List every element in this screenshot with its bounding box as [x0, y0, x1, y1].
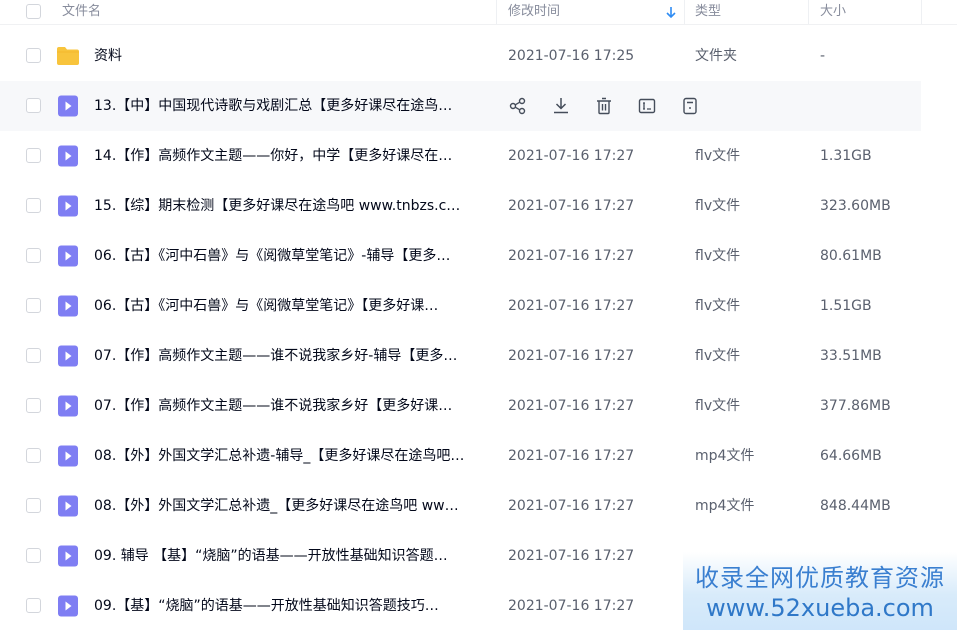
- row-checkbox[interactable]: [26, 198, 41, 213]
- file-type: mp4文件: [695, 448, 755, 464]
- video-file-icon: [56, 145, 80, 167]
- row-checkbox[interactable]: [26, 498, 41, 513]
- file-size: 1.31GB: [820, 148, 872, 164]
- video-file-icon: [56, 295, 80, 317]
- file-type: flv文件: [695, 298, 741, 314]
- file-size: -: [820, 48, 826, 64]
- video-file-icon: [56, 245, 80, 267]
- file-size: 323.60MB: [820, 198, 891, 214]
- file-type: flv文件: [695, 248, 741, 264]
- file-size: 1.51GB: [820, 298, 872, 314]
- folder-row[interactable]: 资料 2021-07-16 17:25 文件夹 -: [0, 31, 921, 81]
- watermark-line1: 收录全网优质教育资源: [695, 564, 945, 592]
- file-row[interactable]: 15.【综】期末检测【更多好课尽在途鸟吧 www.tnbzs.c… 2021-07…: [0, 181, 921, 231]
- column-divider[interactable]: [684, 0, 685, 24]
- file-name[interactable]: 09.【基】“烧脑”的语基——开放性基础知识答题技巧…: [94, 581, 486, 631]
- column-divider[interactable]: [496, 0, 497, 24]
- row-checkbox[interactable]: [26, 348, 41, 363]
- row-checkbox[interactable]: [26, 598, 41, 613]
- column-header-name[interactable]: 文件名: [62, 0, 101, 24]
- file-name[interactable]: 15.【综】期末检测【更多好课尽在途鸟吧 www.tnbzs.c…: [94, 181, 486, 231]
- file-name[interactable]: 07.【作】高频作文主题——谁不说我家乡好-辅导【更多…: [94, 331, 486, 381]
- modified-time: 2021-07-16 17:25: [508, 48, 635, 64]
- file-name[interactable]: 08.【外】外国文学汇总补遗-辅导_【更多好课尽在途鸟吧…: [94, 431, 486, 481]
- video-file-icon: [56, 345, 80, 367]
- modified-time: 2021-07-16 17:27: [508, 148, 635, 164]
- modified-time: 2021-07-16 17:27: [508, 398, 635, 414]
- folder-icon: [56, 45, 80, 67]
- row-checkbox[interactable]: [26, 98, 41, 113]
- column-header-type[interactable]: 类型: [695, 0, 721, 24]
- modified-time: 2021-07-16 17:27: [508, 448, 635, 464]
- file-type: mp4文件: [695, 498, 755, 514]
- file-type: 文件夹: [695, 48, 737, 64]
- watermark-line2: www.52xueba.com: [706, 594, 934, 622]
- download-icon[interactable]: [551, 96, 571, 116]
- file-name[interactable]: 资料: [94, 31, 486, 81]
- file-name[interactable]: 06.【古】《河中石兽》与《阅微草堂笔记》【更多好课…: [94, 281, 486, 331]
- rename-icon[interactable]: [637, 96, 657, 116]
- file-size: 64.66MB: [820, 448, 882, 464]
- modified-time: 2021-07-16 17:27: [508, 298, 635, 314]
- modified-time: 2021-07-16 17:27: [508, 348, 635, 364]
- file-list-header: 文件名 修改时间 类型 大小: [0, 0, 957, 25]
- arrow-down-icon[interactable]: [665, 6, 677, 19]
- row-checkbox[interactable]: [26, 298, 41, 313]
- modified-time: 2021-07-16 17:27: [508, 548, 635, 564]
- file-type: flv文件: [695, 198, 741, 214]
- modified-time: 2021-07-16 17:27: [508, 498, 635, 514]
- select-all-checkbox[interactable]: [26, 4, 41, 19]
- column-divider[interactable]: [808, 0, 809, 24]
- file-row[interactable]: 07.【作】高频作文主题——谁不说我家乡好【更多好课… 2021-07-16 17…: [0, 381, 921, 431]
- delete-icon[interactable]: [594, 96, 614, 116]
- column-header-size[interactable]: 大小: [820, 0, 846, 24]
- video-file-icon: [56, 445, 80, 467]
- row-checkbox[interactable]: [26, 48, 41, 63]
- file-row[interactable]: 06.【古】《河中石兽》与《阅微草堂笔记》-辅导【更多… 2021-07-16 1…: [0, 231, 921, 281]
- row-checkbox[interactable]: [26, 148, 41, 163]
- file-name[interactable]: 06.【古】《河中石兽》与《阅微草堂笔记》-辅导【更多…: [94, 231, 486, 281]
- column-header-modified[interactable]: 修改时间: [508, 0, 560, 24]
- file-type: flv文件: [695, 348, 741, 364]
- modified-time: 2021-07-16 17:27: [508, 598, 635, 614]
- file-size: 377.86MB: [820, 398, 891, 414]
- file-size: 80.61MB: [820, 248, 882, 264]
- file-size: 33.51MB: [820, 348, 882, 364]
- file-row[interactable]: 13.【中】中国现代诗歌与戏剧汇总【更多好课尽在途鸟…: [0, 81, 921, 131]
- file-row[interactable]: 08.【外】外国文学汇总补遗-辅导_【更多好课尽在途鸟吧… 2021-07-16 …: [0, 431, 921, 481]
- modified-time: 2021-07-16 17:27: [508, 198, 635, 214]
- file-name[interactable]: 08.【外】外国文学汇总补遗_【更多好课尽在途鸟吧 ww…: [94, 481, 486, 531]
- column-divider[interactable]: [921, 0, 922, 24]
- file-type: flv文件: [695, 148, 741, 164]
- file-type: flv文件: [695, 398, 741, 414]
- row-checkbox[interactable]: [26, 248, 41, 263]
- more-icon[interactable]: [680, 96, 700, 116]
- modified-time: 2021-07-16 17:27: [508, 248, 635, 264]
- row-checkbox[interactable]: [26, 398, 41, 413]
- file-name[interactable]: 07.【作】高频作文主题——谁不说我家乡好【更多好课…: [94, 381, 486, 431]
- file-row[interactable]: 08.【外】外国文学汇总补遗_【更多好课尽在途鸟吧 ww… 2021-07-16 …: [0, 481, 921, 531]
- video-file-icon: [56, 545, 80, 567]
- file-row[interactable]: 06.【古】《河中石兽》与《阅微草堂笔记》【更多好课… 2021-07-16 17…: [0, 281, 921, 331]
- video-file-icon: [56, 395, 80, 417]
- share-icon[interactable]: [508, 96, 528, 116]
- file-name[interactable]: 13.【中】中国现代诗歌与戏剧汇总【更多好课尽在途鸟…: [94, 81, 486, 131]
- file-name[interactable]: 09. 辅导 【基】“烧脑”的语基——开放性基础知识答题…: [94, 531, 486, 581]
- file-row[interactable]: 07.【作】高频作文主题——谁不说我家乡好-辅导【更多… 2021-07-16 1…: [0, 331, 921, 381]
- video-file-icon: [56, 495, 80, 517]
- row-checkbox[interactable]: [26, 548, 41, 563]
- video-file-icon: [56, 95, 80, 117]
- watermark: 收录全网优质教育资源 www.52xueba.com: [683, 552, 957, 630]
- video-file-icon: [56, 195, 80, 217]
- file-size: 848.44MB: [820, 498, 891, 514]
- file-name[interactable]: 14.【作】高频作文主题——你好，中学【更多好课尽在…: [94, 131, 486, 181]
- row-checkbox[interactable]: [26, 448, 41, 463]
- video-file-icon: [56, 595, 80, 617]
- file-row[interactable]: 14.【作】高频作文主题——你好，中学【更多好课尽在… 2021-07-16 17…: [0, 131, 921, 181]
